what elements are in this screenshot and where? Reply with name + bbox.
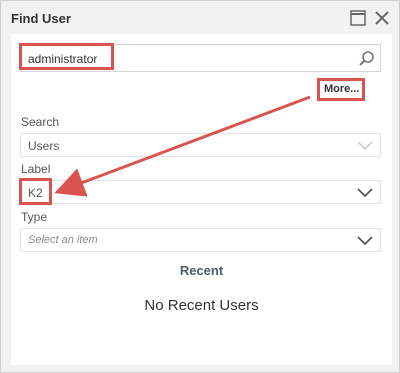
search-input[interactable]: administrator [20,44,381,72]
chevron-down-icon [357,236,373,246]
type-select-placeholder: Select an item [28,234,98,246]
search-icon[interactable] [358,50,375,67]
dialog-title: Find User [11,11,71,26]
search-label: Search [21,115,60,129]
search-input-value: administrator [28,52,98,66]
type-label: Type [21,210,48,224]
find-user-dialog: Find User administrator More... Search U… [0,0,400,373]
find-user-panel: administrator More... Search Users Label… [11,34,392,365]
no-recent-users-message: No Recent Users [144,297,259,314]
label-select-value: K2 [28,186,43,200]
maximize-icon[interactable] [350,10,366,26]
chevron-down-icon [357,188,373,198]
recent-heading: Recent [179,263,224,278]
search-select-value: Users [28,139,60,153]
title-bar: Find User [1,1,399,35]
chevron-down-icon [357,141,373,151]
type-select[interactable]: Select an item [20,228,381,252]
more-link[interactable]: More... [324,83,359,95]
close-icon[interactable] [374,10,390,26]
search-select[interactable]: Users [20,133,381,157]
label-label: Label [21,162,51,176]
label-select[interactable]: K2 [20,180,381,204]
